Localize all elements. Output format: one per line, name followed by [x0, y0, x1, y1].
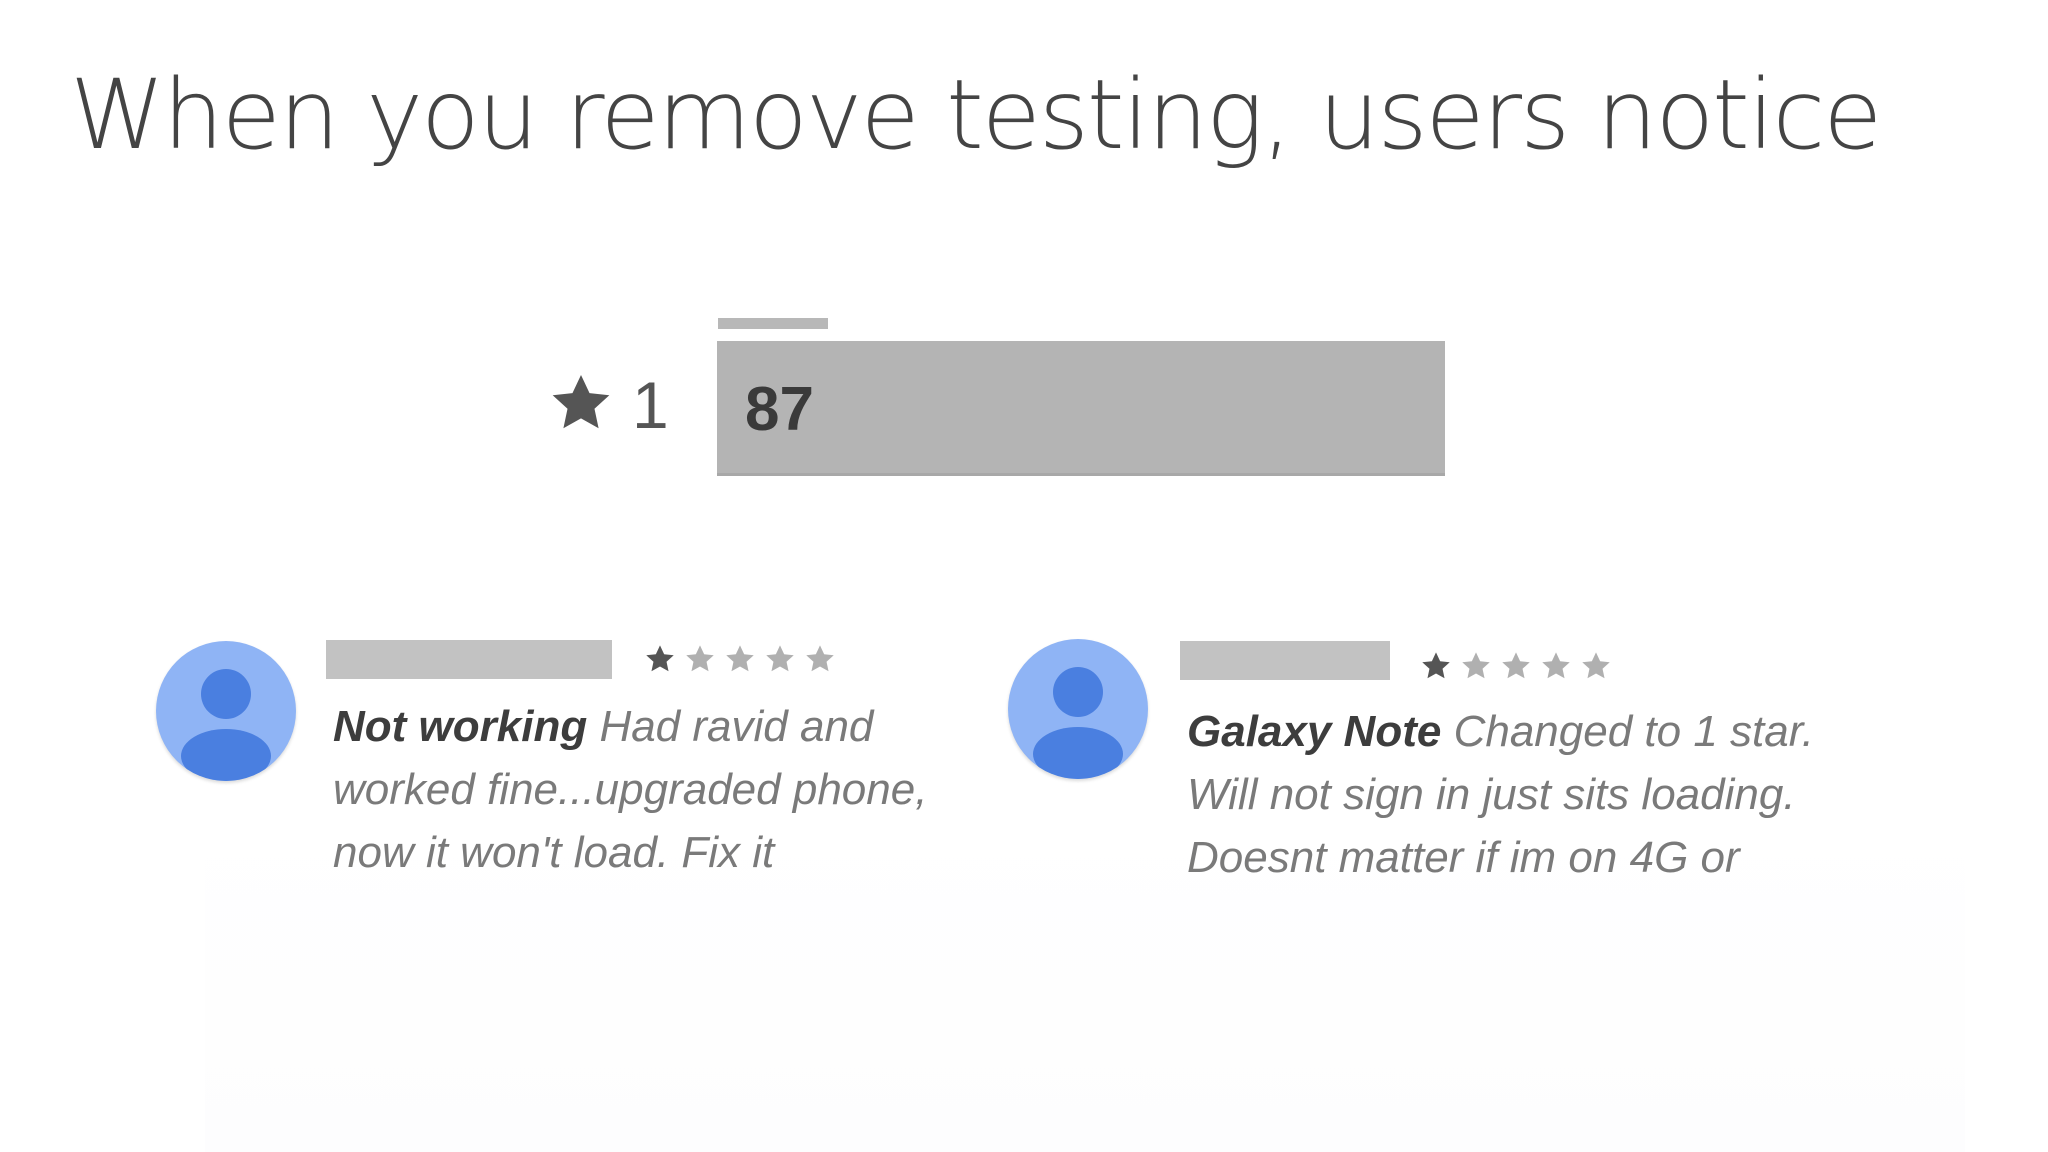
review-title: Galaxy Note [1187, 707, 1442, 756]
star-empty-icon [764, 643, 796, 675]
star-empty-icon [1500, 650, 1532, 682]
star-empty-icon [1580, 650, 1612, 682]
review-body-line: now it won't load. Fix it [333, 828, 775, 877]
rating-star-level: 1 [632, 368, 669, 442]
star-rating [1420, 650, 1612, 682]
star-empty-icon [1460, 650, 1492, 682]
review-line: Galaxy Note Changed to 1 star. [1187, 700, 1814, 763]
review-line: Not working Had ravid and [333, 695, 927, 758]
review-text: Galaxy Note Changed to 1 star. Will not … [1187, 700, 1814, 889]
rating-count-bar: 87 [717, 341, 1445, 476]
star-empty-icon [1540, 650, 1572, 682]
review-body-line: Had ravid and [599, 702, 874, 751]
star-empty-icon [724, 643, 756, 675]
review-title: Not working [333, 702, 588, 751]
star-empty-icon [804, 643, 836, 675]
star-rating [644, 643, 836, 675]
person-icon [156, 641, 296, 781]
star-filled-icon [1420, 650, 1452, 682]
review-body-line: worked fine...upgraded phone, [333, 765, 928, 814]
bar-indicator [718, 318, 828, 329]
review-body-line: Doesnt matter if im on 4G or [1187, 833, 1740, 882]
star-filled-icon [644, 643, 676, 675]
star-empty-icon [684, 643, 716, 675]
rating-count-value: 87 [745, 375, 814, 444]
reviewer-name-redacted [1180, 641, 1390, 680]
review-body-line: Changed to 1 star. [1453, 707, 1814, 756]
slide: When you remove testing, users notice 1 … [0, 0, 2048, 1152]
reviewer-name-redacted [326, 640, 612, 679]
slide-title: When you remove testing, users notice [70, 59, 1882, 171]
star-icon [548, 370, 614, 436]
review-text: Not working Had ravid and worked fine...… [333, 695, 927, 884]
review-body-line: Will not sign in just sits loading. [1187, 770, 1796, 819]
person-icon [1008, 639, 1148, 779]
